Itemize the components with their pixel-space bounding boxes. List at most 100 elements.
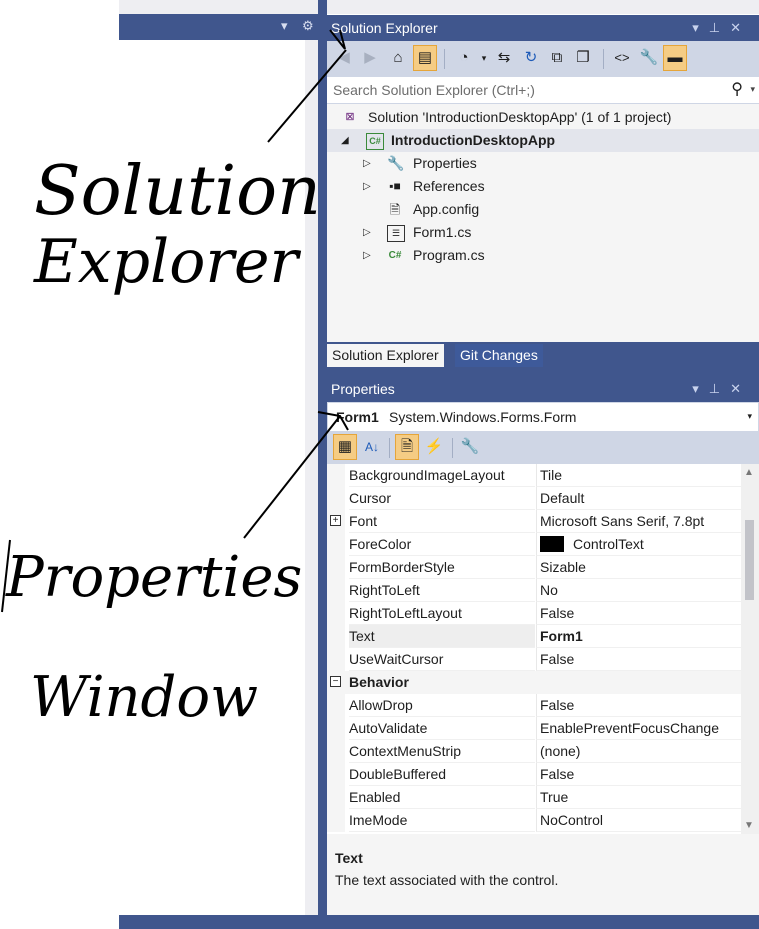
property-value[interactable]: Default (536, 487, 741, 510)
chevron-down-icon[interactable]: ▾ (750, 84, 755, 95)
property-value[interactable]: EnablePreventFocusChange (536, 717, 741, 740)
dropdown-arrow-icon[interactable]: ▾ (692, 381, 709, 396)
pin-icon[interactable]: ⊥ (709, 20, 730, 35)
property-value[interactable]: Form1 (536, 625, 741, 648)
pending-changes-filter-icon[interactable]: ◔ (453, 46, 475, 70)
collapsed-arrow-icon[interactable]: ▷ (363, 175, 371, 198)
property-value[interactable]: Sizable (536, 556, 741, 579)
editor-tab-bar: ▾ ⚙ (119, 14, 318, 40)
expanded-arrow-icon[interactable]: ◢ (341, 129, 349, 152)
property-value[interactable]: NoControl (536, 809, 741, 832)
property-value[interactable]: Microsoft Sans Serif, 7.8pt (536, 510, 741, 533)
property-value[interactable]: False (536, 648, 741, 671)
properties-icon[interactable]: 🗎 (395, 434, 419, 460)
property-value[interactable]: False (536, 694, 741, 717)
property-value[interactable]: (none) (536, 740, 741, 763)
collapsed-arrow-icon[interactable]: ▷ (363, 221, 371, 244)
wrench-icon[interactable]: 🔧 (638, 46, 660, 70)
search-icon[interactable]: ⚲ (731, 79, 743, 99)
property-name: RightToLeft (349, 579, 535, 602)
property-row[interactable]: RightToLeftLayout False (327, 602, 741, 625)
property-value[interactable]: No (536, 579, 741, 602)
close-icon[interactable]: ✕ (730, 20, 751, 35)
form-icon: ☰ (387, 225, 405, 242)
property-row[interactable]: + Font Microsoft Sans Serif, 7.8pt (327, 510, 741, 533)
tree-item-project[interactable]: ◢ C# IntroductionDesktopApp (327, 129, 759, 152)
scrollbar-thumb[interactable] (745, 520, 754, 600)
back-icon[interactable]: ◀ (333, 46, 355, 70)
editor-document[interactable] (119, 40, 305, 915)
property-row-selected[interactable]: Text Form1 (327, 625, 741, 648)
expand-plus-icon[interactable]: + (330, 515, 341, 526)
collapsed-arrow-icon[interactable]: ▷ (363, 244, 371, 267)
property-value[interactable]: False (536, 763, 741, 786)
solution-explorer-window-controls: ▾⊥✕ (692, 15, 751, 41)
scroll-up-icon[interactable]: ▲ (744, 467, 754, 478)
tree-item-references[interactable]: ▷ ▪■ References (327, 175, 759, 198)
row-gutter (327, 602, 345, 625)
scroll-down-icon[interactable]: ▼ (744, 820, 754, 831)
home-icon[interactable]: ⌂ (387, 46, 409, 70)
tab-git-changes[interactable]: Git Changes (455, 344, 543, 367)
solution-explorer-title: Solution Explorer (331, 20, 438, 36)
description-splitter[interactable] (327, 834, 759, 841)
close-icon[interactable]: ✕ (730, 381, 751, 396)
preview-selected-items-icon[interactable]: ▬ (663, 45, 687, 71)
tree-item-app-config[interactable]: 🗎 App.config (327, 198, 759, 221)
property-value[interactable]: ControlText (536, 533, 741, 556)
property-pages-wrench-icon[interactable]: 🔧 (459, 435, 481, 459)
object-selector[interactable]: Form1 System.Windows.Forms.Form ▾ (327, 402, 759, 432)
search-input[interactable]: Search Solution Explorer (Ctrl+;) (333, 82, 535, 98)
property-row[interactable]: BackgroundImageLayout Tile (327, 464, 741, 487)
show-all-files-icon[interactable]: ❐ (572, 46, 594, 70)
collapse-all-icon[interactable]: ⧉ (546, 46, 568, 70)
object-type: System.Windows.Forms.Form (389, 409, 577, 425)
chevron-down-icon[interactable]: ▾ (747, 411, 752, 422)
dropdown-arrow-icon[interactable]: ▾ (692, 20, 709, 35)
events-lightning-icon[interactable]: ⚡ (423, 435, 445, 459)
solution-explorer-search[interactable]: Search Solution Explorer (Ctrl+;) ⚲ ▾ (327, 78, 759, 104)
row-gutter (327, 763, 345, 786)
category-row-behavior[interactable]: − Behavior (327, 671, 741, 694)
property-row[interactable]: AutoValidate EnablePreventFocusChange (327, 717, 741, 740)
property-grid-scrollbar[interactable]: ▲ ▼ (741, 464, 759, 834)
chevron-down-icon[interactable]: ▾ (473, 46, 495, 70)
pin-icon[interactable]: ⊥ (709, 381, 730, 396)
tree-item-form1[interactable]: ▷ ☰ Form1.cs (327, 221, 759, 244)
refresh-icon[interactable]: ↻ (520, 46, 542, 70)
forward-icon[interactable]: ▶ (359, 46, 381, 70)
tree-item-program[interactable]: ▷ C# Program.cs (327, 244, 759, 267)
gear-icon[interactable]: ⚙ (302, 18, 314, 34)
alphabetical-icon[interactable]: A↓ (361, 435, 383, 459)
dropdown-arrow-icon[interactable]: ▾ (281, 18, 288, 34)
property-row[interactable]: ForeColor ControlText (327, 533, 741, 556)
category-name: Behavior (349, 674, 409, 690)
view-code-icon[interactable]: <> (611, 46, 633, 70)
config-file-icon: 🗎 (389, 202, 401, 217)
panel-splitter[interactable] (318, 0, 327, 929)
property-value[interactable]: False (536, 602, 741, 625)
switch-views-icon[interactable]: ▤ (413, 45, 437, 71)
row-gutter (327, 786, 345, 809)
property-row[interactable]: UseWaitCursor False (327, 648, 741, 671)
property-row[interactable]: RightToLeft No (327, 579, 741, 602)
property-name: Cursor (349, 487, 535, 510)
property-row[interactable]: FormBorderStyle Sizable (327, 556, 741, 579)
property-row[interactable]: ImeMode NoControl (327, 809, 741, 832)
panel-separator (327, 367, 759, 376)
property-value[interactable]: Tile (536, 464, 741, 487)
property-row[interactable]: AllowDrop False (327, 694, 741, 717)
property-row[interactable]: ContextMenuStrip (none) (327, 740, 741, 763)
tree-item-solution[interactable]: ⊠ Solution 'IntroductionDesktopApp' (1 o… (327, 106, 759, 129)
property-value[interactable]: True (536, 786, 741, 809)
property-row[interactable]: Cursor Default (327, 487, 741, 510)
tree-item-properties[interactable]: ▷ 🔧 Properties (327, 152, 759, 175)
collapsed-arrow-icon[interactable]: ▷ (363, 152, 371, 175)
sync-with-document-icon[interactable]: ⇆ (493, 46, 515, 70)
properties-title: Properties (331, 381, 395, 397)
tab-solution-explorer[interactable]: Solution Explorer (327, 344, 444, 367)
property-row[interactable]: DoubleBuffered False (327, 763, 741, 786)
collapse-minus-icon[interactable]: − (330, 676, 341, 687)
categorized-icon[interactable]: ▦ (333, 434, 357, 460)
property-row[interactable]: Enabled True (327, 786, 741, 809)
